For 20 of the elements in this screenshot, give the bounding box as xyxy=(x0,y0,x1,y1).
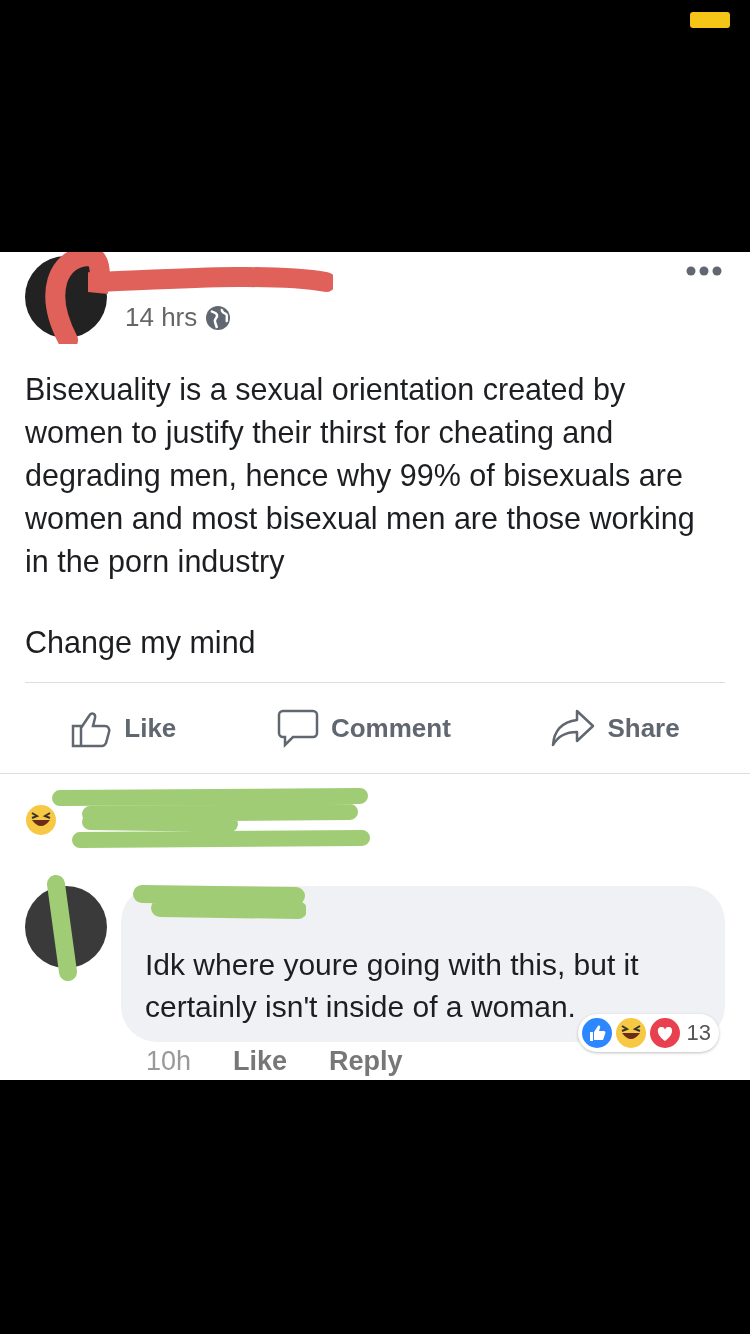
speech-bubble-icon xyxy=(276,708,319,748)
reply-link[interactable]: Reply xyxy=(329,1046,403,1077)
battery-icon xyxy=(690,12,730,28)
post-text: Bisexuality is a sexual orientation created by women to justify their thirst for cheating and degrading men, hence why 99% of bisexuals are women and most bisexual men are those working in the porn industry xyxy=(25,371,696,581)
thumbs-up-reaction-icon xyxy=(580,1017,613,1049)
globe-icon xyxy=(205,304,232,331)
reaction-summary[interactable]: 13 xyxy=(577,1014,719,1052)
post-time: 14 hrs xyxy=(125,302,198,333)
share-button[interactable]: Share xyxy=(551,708,680,748)
share-arrow-icon xyxy=(551,708,596,748)
post-text: Change my mind xyxy=(25,625,257,660)
heart-reaction-icon xyxy=(648,1017,681,1049)
laugh-reaction-icon xyxy=(25,804,57,836)
comment-time: 10h xyxy=(146,1046,192,1077)
reaction-count: 13 xyxy=(686,1020,711,1046)
like-link[interactable]: Like xyxy=(233,1046,288,1077)
laugh-reaction-icon xyxy=(614,1017,647,1049)
comment-button[interactable]: Comment xyxy=(276,708,451,748)
more-options-icon[interactable] xyxy=(686,266,722,276)
like-button[interactable]: Like xyxy=(70,708,177,748)
